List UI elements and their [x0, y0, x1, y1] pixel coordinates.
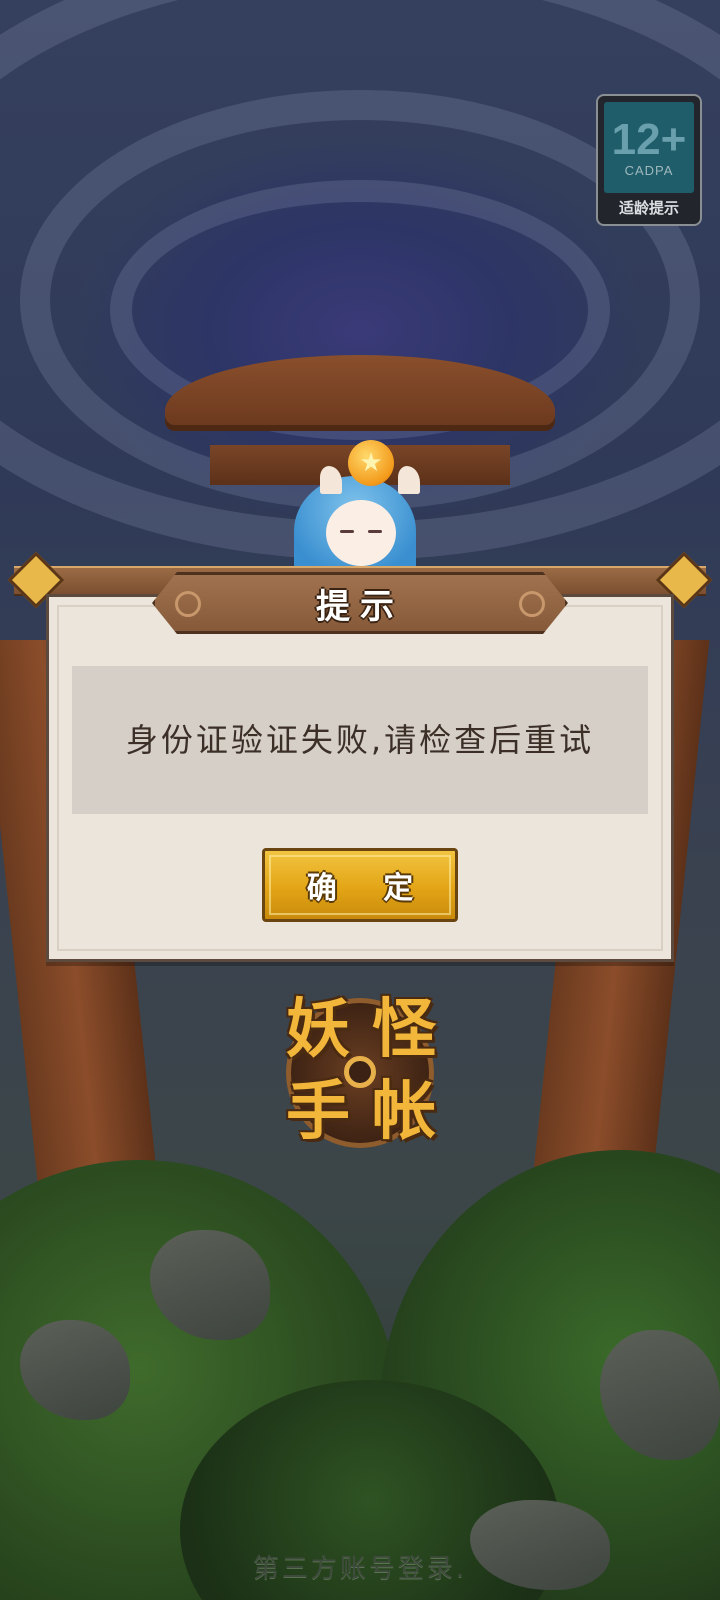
spiral-ornament-icon [519, 591, 545, 617]
mascot-eye-left [340, 530, 354, 533]
third-party-login-link[interactable]: 第三方账号登录. [0, 1548, 720, 1585]
mascot-horn-left [320, 466, 342, 494]
spiral-ornament-icon [175, 591, 201, 617]
mascot-horn-right [398, 466, 420, 494]
logo-char: 怪 [372, 993, 436, 1067]
age-rating-badge: 12+ CADPA 适龄提示 [596, 94, 702, 226]
game-logo: 妖 怪 手 帐 [272, 990, 448, 1158]
mascot-eye-right [368, 530, 382, 533]
message-box: 身份证验证失败,请检查后重试 [72, 666, 648, 814]
star-orb-icon: ★ [348, 440, 394, 486]
mascot-character: ★ [280, 440, 430, 586]
age-rating-org: CADPA [624, 163, 674, 178]
logo-char: 妖 [286, 993, 350, 1067]
logo-char: 帐 [372, 1075, 436, 1149]
age-rating-caption: 适龄提示 [618, 199, 679, 217]
confirm-button-label: 确 定 [306, 871, 432, 906]
age-rating-panel: 12+ CADPA [604, 102, 694, 193]
mascot-face [326, 500, 396, 566]
dialog-title-plate: 提示 [152, 572, 568, 634]
dialog-message: 身份证验证失败,请检查后重试 [125, 721, 595, 759]
age-rating-number: 12+ [611, 115, 687, 164]
dialog-title: 提示 [316, 586, 404, 627]
confirm-button[interactable]: 确 定 [262, 848, 458, 922]
logo-char: 手 [286, 1075, 350, 1149]
